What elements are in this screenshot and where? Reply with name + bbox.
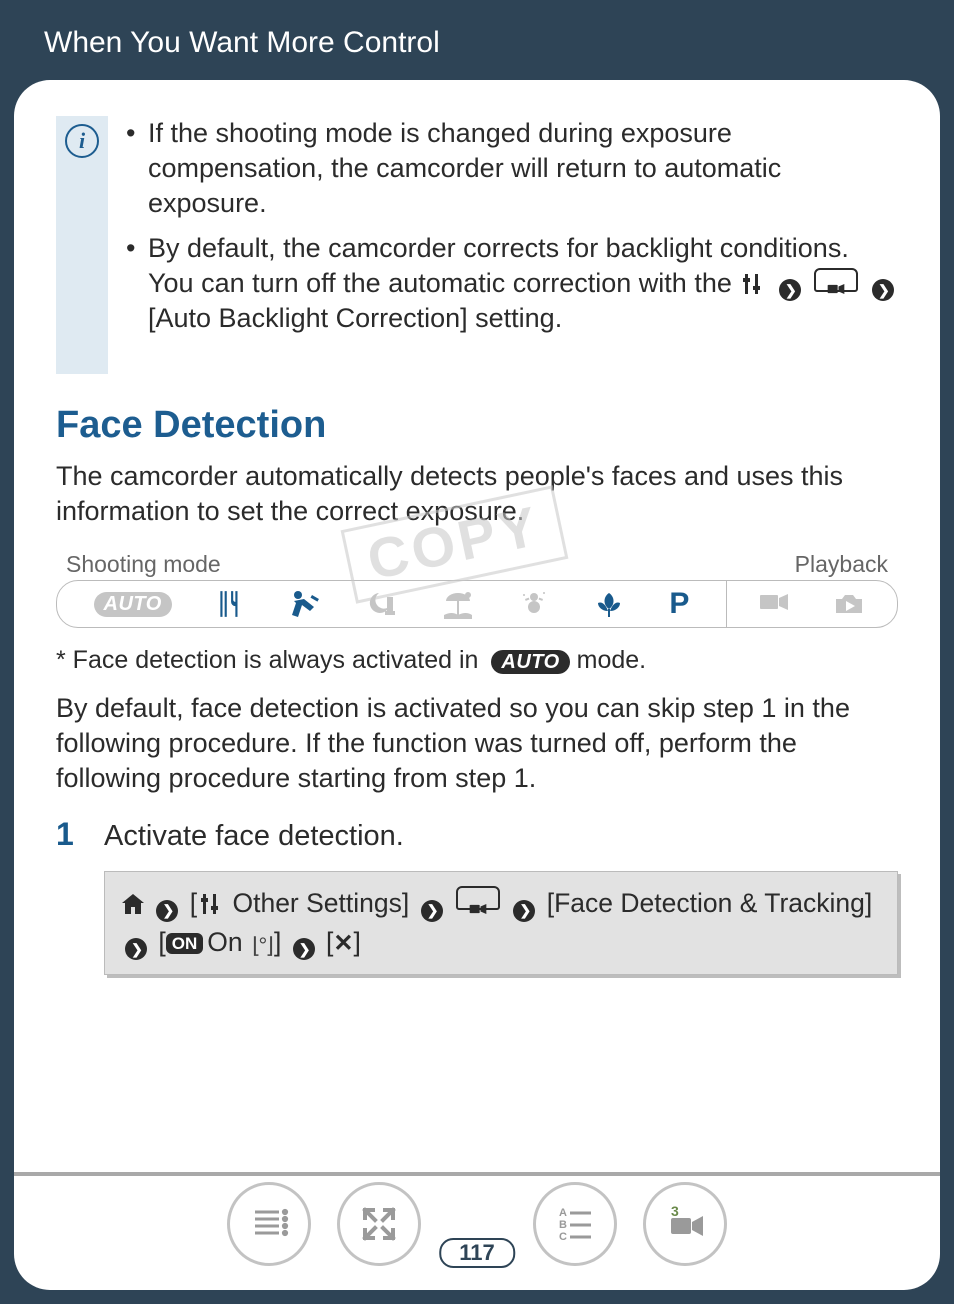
mode-macro-icon bbox=[594, 589, 624, 619]
chevron-right-icon bbox=[872, 279, 894, 301]
mode-program-icon: P bbox=[669, 587, 689, 621]
camera-tab-icon bbox=[814, 268, 858, 292]
nav-fullscreen-button[interactable] bbox=[337, 1182, 421, 1266]
info-icon: i bbox=[65, 124, 99, 158]
chevron-right-icon bbox=[513, 900, 535, 922]
path-seg-2: [Face Detection & Tracking] bbox=[547, 888, 873, 918]
on-pill-icon: ON bbox=[166, 933, 204, 954]
section-heading: Face Detection bbox=[56, 404, 898, 447]
content-card: i If the shooting mode is changed during… bbox=[14, 80, 940, 1290]
info-bullet-list: If the shooting mode is changed during e… bbox=[126, 116, 898, 374]
body-paragraph-1: By default, face detection is activated … bbox=[56, 691, 898, 796]
mode-strip: AUTO P bbox=[56, 580, 898, 628]
navigation-path-box: [ Other Settings] [Face Detection & Trac… bbox=[104, 871, 898, 974]
mode-food-icon bbox=[217, 589, 243, 619]
mode-night-icon bbox=[367, 589, 397, 619]
info-box: i If the shooting mode is changed during… bbox=[56, 116, 898, 374]
camera-tab-icon bbox=[456, 886, 500, 910]
mode-strip-playback bbox=[727, 581, 897, 627]
svg-text:3: 3 bbox=[671, 1203, 679, 1219]
info-bullet-1: If the shooting mode is changed during e… bbox=[126, 116, 898, 221]
sliders-icon bbox=[741, 272, 765, 296]
svg-text:B: B bbox=[559, 1219, 567, 1231]
playback-video-icon bbox=[758, 591, 790, 617]
mode-beach-icon bbox=[442, 589, 474, 619]
section-intro: The camcorder automatically detects peop… bbox=[56, 459, 898, 529]
path-seg-1: Other Settings] bbox=[232, 888, 409, 918]
step-1-text: Activate face detection. bbox=[104, 820, 404, 853]
page-number: 117 bbox=[439, 1238, 515, 1268]
shooting-mode-label: Shooting mode bbox=[66, 551, 221, 578]
bottom-divider bbox=[14, 1172, 940, 1176]
chevron-right-icon bbox=[125, 938, 147, 960]
face-frame-icon: ⌊°⌋ bbox=[252, 930, 272, 962]
chevron-right-icon bbox=[421, 900, 443, 922]
footnote: * Face detection is always activated in … bbox=[56, 646, 898, 675]
footnote-suffix: mode. bbox=[570, 646, 646, 674]
mode-strip-container: COPY Shooting mode Playback AUTO bbox=[56, 551, 898, 628]
auto-pill-icon: AUTO bbox=[491, 650, 569, 674]
mode-snow-icon bbox=[519, 589, 549, 619]
nav-toc-button[interactable] bbox=[227, 1182, 311, 1266]
playback-label: Playback bbox=[795, 551, 888, 578]
home-icon bbox=[121, 888, 152, 918]
info-bullet-2-tail: [Auto Backlight Correction] setting. bbox=[148, 303, 562, 333]
playback-photo-icon bbox=[832, 591, 866, 617]
page-header-title: When You Want More Control bbox=[0, 0, 954, 60]
svg-text:A: A bbox=[559, 1207, 567, 1219]
chevron-right-icon bbox=[156, 900, 178, 922]
mode-strip-labels: Shooting mode Playback bbox=[56, 551, 898, 580]
step-1: 1 Activate face detection. bbox=[56, 816, 898, 853]
info-icon-column: i bbox=[56, 116, 108, 374]
step-1-number: 1 bbox=[56, 816, 86, 853]
close-icon: ✕ bbox=[333, 930, 353, 957]
nav-camera-button[interactable]: 3 bbox=[643, 1182, 727, 1266]
footnote-prefix: * Face detection is always activated in bbox=[56, 646, 485, 674]
mode-sports-icon bbox=[288, 589, 322, 619]
nav-index-button[interactable]: A B C bbox=[533, 1182, 617, 1266]
sliders-icon bbox=[199, 892, 223, 916]
mode-strip-shoot: AUTO P bbox=[57, 581, 727, 627]
info-bullet-2: By default, the camcorder corrects for b… bbox=[126, 231, 898, 336]
chevron-right-icon bbox=[293, 938, 315, 960]
chevron-right-icon bbox=[779, 279, 801, 301]
mode-auto-icon: AUTO bbox=[94, 592, 172, 617]
path-on-text: On bbox=[207, 927, 242, 957]
svg-text:C: C bbox=[559, 1231, 567, 1243]
